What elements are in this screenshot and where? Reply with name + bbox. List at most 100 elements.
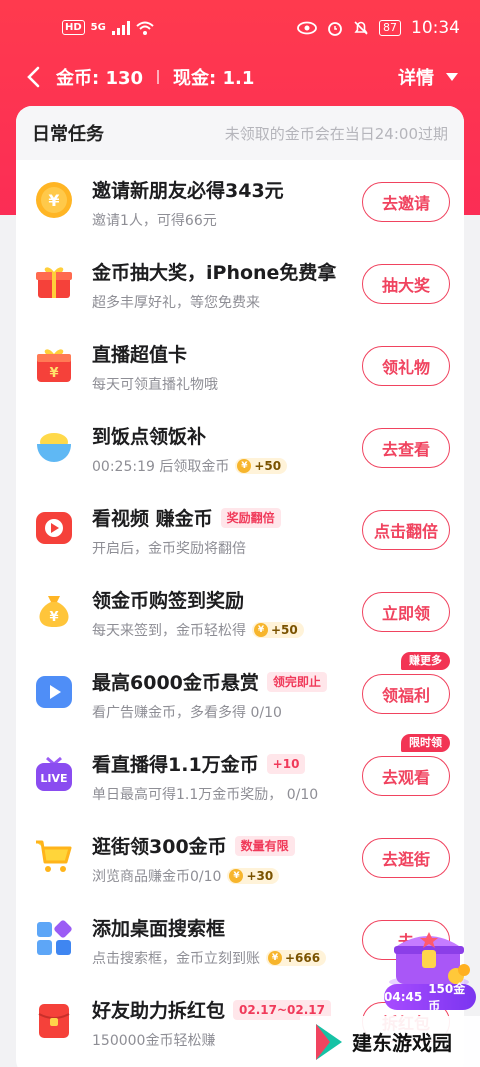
eye-icon — [297, 21, 317, 35]
task-row: LIVE 看直播得1.1万金币 +10 单日最高可得1.1万金币奖励， 0/10… — [16, 734, 464, 818]
coin-icon: ¥ — [36, 182, 72, 218]
task-subtitle: 浏览商品赚金币0/10 ¥ +30 — [92, 866, 280, 886]
detail-label: 详情 — [398, 68, 434, 89]
balance-summary: 金币: 130 现金: 1.1 — [56, 64, 254, 90]
hd-indicator: HD — [62, 20, 85, 35]
ad-play-icon — [36, 676, 72, 708]
apps-grid-icon — [37, 920, 72, 955]
chest-timer: 04:45 — [384, 990, 423, 1004]
card-header: 日常任务 未领取的金币会在当日24:00过期 — [16, 106, 464, 160]
battery-indicator: 87 — [379, 20, 401, 36]
task-subtitle: 开启后，金币奖励将翻倍 — [92, 541, 246, 557]
task-row: 金币抽大奖，iPhone免费拿 超多丰厚好礼，等您免费来 抽大奖 — [16, 244, 464, 326]
card-title: 日常任务 — [32, 124, 104, 145]
svg-text:LIVE: LIVE — [40, 772, 67, 785]
welfare-button[interactable]: 领福利 — [362, 674, 450, 714]
lottery-button[interactable]: 抽大奖 — [362, 264, 450, 304]
alarm-icon — [328, 22, 342, 36]
task-title: 看直播得1.1万金币 +10 — [92, 750, 306, 777]
wifi-icon — [136, 21, 154, 35]
divider — [157, 70, 160, 84]
coin-reward-badge: ¥ +50 — [235, 458, 288, 474]
chest-timer-pill: 04:45 150金币 — [384, 982, 476, 1013]
task-tag: +10 — [266, 753, 306, 774]
top-nav: 金币: 130 现金: 1.1 详情 — [0, 58, 480, 98]
task-subtitle: 邀请1人，可得66元 — [92, 213, 217, 229]
coin-icon: ¥ — [229, 869, 244, 883]
invite-button[interactable]: 去邀请 — [362, 182, 450, 222]
task-row: 到饭点领饭补 00:25:19 后领取金币 ¥ +50 去查看 — [16, 408, 464, 490]
gift-box-icon — [36, 267, 72, 298]
red-packet-icon — [38, 1004, 70, 1038]
mute-bell-icon — [354, 21, 368, 35]
task-title: 金币抽大奖，iPhone免费拿 — [92, 262, 337, 284]
svg-text:¥: ¥ — [49, 610, 58, 625]
coin-icon: ¥ — [268, 951, 282, 965]
money-bag-icon: ¥ — [39, 596, 69, 627]
task-row: 最高6000金币悬赏 领完即止 看广告赚金币，多看多得 0/10 领福利 赚更多 — [16, 652, 464, 736]
task-subtitle: 点击搜索框，金币立刻到账 ¥ +666 — [92, 948, 327, 968]
status-bar: HD 5G 87 10:34 — [0, 0, 480, 58]
clock: 10:34 — [411, 18, 460, 38]
task-subtitle: 单日最高可得1.1万金币奖励， 0/10 — [92, 787, 319, 803]
caret-down-icon — [446, 73, 458, 81]
view-button[interactable]: 去查看 — [362, 428, 450, 468]
svg-text:¥: ¥ — [49, 366, 58, 381]
watch-button[interactable]: 去观看 — [362, 756, 450, 796]
task-title: 邀请新朋友必得343元 — [92, 180, 284, 202]
task-subtitle: 看广告赚金币，多看多得 0/10 — [92, 705, 282, 721]
network-type: 5G — [90, 22, 106, 33]
back-button[interactable] — [20, 62, 46, 92]
task-title: 好友助力拆红包 02.17~02.17 — [92, 996, 331, 1023]
task-tag: 数量有限 — [234, 835, 295, 856]
live-tv-icon: LIVE — [36, 756, 72, 791]
svg-text:¥: ¥ — [48, 191, 59, 210]
countdown-text: 00:25:19 后领取金币 — [92, 459, 230, 475]
watermark: 建东游戏园 — [300, 1016, 480, 1067]
task-row: ¥ 邀请新朋友必得343元 邀请1人，可得66元 去邀请 — [16, 162, 464, 244]
watermark-text: 建东游戏园 — [352, 1031, 452, 1055]
gift-card-icon: ¥ — [37, 349, 71, 382]
coin-balance: 金币: 130 — [56, 68, 144, 89]
button-badge: 赚更多 — [401, 652, 450, 670]
task-tag: 领完即止 — [266, 671, 327, 692]
task-title: 直播超值卡 — [92, 344, 188, 366]
task-subtitle: 每天可领直播礼物哦 — [92, 377, 218, 393]
treasure-chest-widget[interactable]: 04:45 150金币 — [382, 920, 476, 1016]
task-subtitle: 00:25:19 后领取金币 ¥ +50 — [92, 456, 288, 476]
task-title: 最高6000金币悬赏 领完即止 — [92, 668, 327, 695]
shop-button[interactable]: 去逛街 — [362, 838, 450, 878]
coin-reward-badge: ¥ +666 — [266, 950, 327, 966]
double-reward-button[interactable]: 点击翻倍 — [362, 510, 450, 550]
task-row: ¥ 直播超值卡 每天可领直播礼物哦 领礼物 — [16, 326, 464, 408]
task-subtitle: 超多丰厚好礼，等您免费来 — [92, 295, 260, 311]
video-play-icon — [36, 512, 72, 544]
coin-reward-badge: ¥ +30 — [227, 868, 280, 884]
shopping-cart-icon — [36, 840, 72, 872]
watermark-logo — [316, 1023, 342, 1060]
button-badge: 限时领 — [401, 734, 450, 752]
detail-dropdown[interactable]: 详情 — [398, 64, 458, 90]
coin-reward-badge: ¥ +50 — [252, 622, 304, 638]
task-row: ¥ 领金币购签到奖励 每天来签到，金币轻松得 ¥ +50 立即领 — [16, 572, 464, 654]
task-title: 逛街领300金币 数量有限 — [92, 832, 295, 859]
task-subtitle: 150000金币轻松赚 — [92, 1033, 216, 1049]
chevron-left-icon — [27, 66, 40, 88]
cash-balance: 现金: 1.1 — [173, 68, 255, 89]
task-title: 领金币购签到奖励 — [92, 590, 245, 612]
task-row: 看视频 赚金币 奖励翻倍 开启后，金币奖励将翻倍 点击翻倍 — [16, 490, 464, 572]
coin-icon: ¥ — [254, 623, 268, 637]
signal-icon — [111, 20, 130, 35]
chest-reward: 150金币 — [428, 982, 466, 1013]
task-title: 添加桌面搜索框 — [92, 918, 226, 940]
task-tag: 奖励翻倍 — [220, 507, 281, 528]
task-title: 看视频 赚金币 奖励翻倍 — [92, 504, 281, 531]
rice-bowl-icon — [37, 433, 71, 462]
claim-now-button[interactable]: 立即领 — [362, 592, 450, 632]
expiry-note: 未领取的金币会在当日24:00过期 — [224, 124, 448, 143]
claim-gift-button[interactable]: 领礼物 — [362, 346, 450, 386]
task-title: 到饭点领饭补 — [92, 426, 207, 448]
coin-icon: ¥ — [237, 459, 252, 473]
task-subtitle: 每天来签到，金币轻松得 ¥ +50 — [92, 620, 304, 640]
task-row: 逛街领300金币 数量有限 浏览商品赚金币0/10 ¥ +30 去逛街 — [16, 818, 464, 900]
